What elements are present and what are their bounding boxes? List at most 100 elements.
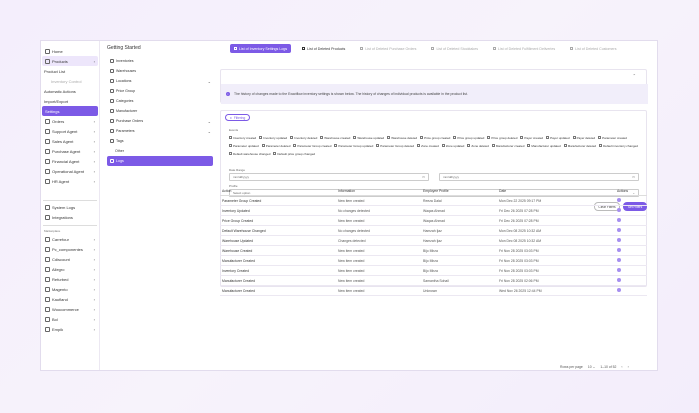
column-header-information[interactable]: Information xyxy=(338,189,423,193)
tab-deleted-fulfillment-deliveries[interactable]: List of Deleted Fulfillment Deliveries xyxy=(489,44,559,53)
sidebar-item-purchase-agent[interactable]: Purchase Agent › xyxy=(42,146,98,156)
sidebar-item-automatic-actions[interactable]: Automatic Actions xyxy=(41,86,99,96)
sidebar-item-allegro[interactable]: Allegro › xyxy=(42,264,98,274)
tab-deleted-stocktakes[interactable]: List of Deleted Stocktakes xyxy=(427,44,482,53)
event-checkbox[interactable]: Parameter updated xyxy=(229,143,259,148)
event-checkbox[interactable]: Manufacturer deleted xyxy=(563,143,596,148)
view-details-icon[interactable] xyxy=(617,198,621,202)
menu-item-locations[interactable]: Locations ⌄ xyxy=(107,76,213,86)
rows-per-page-select[interactable]: 10 ⌄ xyxy=(588,365,596,369)
event-checkbox[interactable]: Parameter created xyxy=(598,135,627,140)
table-cell: Mon Dec 08 2025 10:32 AM xyxy=(499,228,542,233)
sidebar-item-kaufland[interactable]: Kaufland › xyxy=(42,294,98,304)
tab-deleted-purchase-orders[interactable]: List of Deleted Purchase Orders xyxy=(356,44,420,53)
sidebar-sub-inventory-control[interactable]: Inventory Control xyxy=(41,76,99,86)
sidebar-item-empik[interactable]: Empik › xyxy=(42,324,98,334)
view-details-icon[interactable] xyxy=(617,208,621,212)
tag-icon xyxy=(110,139,114,143)
sidebar-item-cdiscount[interactable]: Cdiscount › xyxy=(42,254,98,264)
column-header-date[interactable]: Date xyxy=(499,189,617,193)
sidebar-item-products[interactable]: Products › xyxy=(42,56,98,66)
view-details-icon[interactable] xyxy=(617,228,621,232)
tab-inventory-settings-logs[interactable]: List of Inventory Settings Logs xyxy=(230,44,292,53)
sidebar-item-hr-agent[interactable]: HR Agent › xyxy=(42,176,98,186)
sidebar-item-home[interactable]: Home xyxy=(42,46,98,56)
event-checkbox[interactable]: Parameter deleted xyxy=(261,143,290,148)
event-checkbox[interactable]: Zone created xyxy=(417,143,439,148)
row-actions xyxy=(617,208,643,213)
next-page-button[interactable]: › xyxy=(628,365,629,369)
event-checkbox[interactable]: Warehouse deleted xyxy=(387,135,417,140)
event-checkbox[interactable]: Warehouse created xyxy=(320,135,350,140)
menu-item-inventories[interactable]: Inventories xyxy=(107,56,213,66)
view-details-icon[interactable] xyxy=(617,238,621,242)
sidebar-item-bol[interactable]: Bol › xyxy=(42,314,98,324)
menu-item-other[interactable]: Other xyxy=(107,146,213,156)
sidebar-item-carrefour[interactable]: Carrefour › xyxy=(42,234,98,244)
view-details-icon[interactable] xyxy=(617,268,621,272)
prev-page-button[interactable]: ‹ xyxy=(621,365,622,369)
sidebar-item-pc-componentes[interactable]: Pc_componentes › xyxy=(42,244,98,254)
sidebar-sub-product-list[interactable]: Product List xyxy=(41,66,99,76)
menu-item-purchase-orders[interactable]: Purchase Orders ⌄ xyxy=(107,116,213,126)
event-checkbox[interactable]: Default price group changed xyxy=(273,151,315,156)
sidebar-item-operational-agent[interactable]: Operational Agent › xyxy=(42,166,98,176)
sidebar-item-financial-agent[interactable]: Financial Agent › xyxy=(42,156,98,166)
event-checkbox[interactable]: Manufacturer updated xyxy=(527,143,561,148)
column-header-action[interactable]: Action xyxy=(220,189,338,193)
view-details-icon[interactable] xyxy=(617,288,621,292)
menu-item-price-group[interactable]: Price Group xyxy=(107,86,213,96)
event-checkbox[interactable]: Default warehouse changed xyxy=(229,151,270,156)
chevron-right-icon: › xyxy=(93,286,95,292)
event-checkbox[interactable]: Inventory updated xyxy=(259,135,287,140)
event-checkbox[interactable]: Price group created xyxy=(420,135,450,140)
event-checkbox[interactable]: Zone deleted xyxy=(467,143,489,148)
view-details-icon[interactable] xyxy=(617,218,621,222)
sidebar-item-woocommerce[interactable]: Woocommerce › xyxy=(42,304,98,314)
menu-item-tags[interactable]: Tags xyxy=(107,136,213,146)
menu-item-manufacturer[interactable]: Manufacturer xyxy=(107,106,213,116)
event-checkbox[interactable]: Payer deleted xyxy=(572,135,595,140)
event-checkbox[interactable]: Payer created xyxy=(520,135,543,140)
sidebar-item-system-logs[interactable]: System Logs xyxy=(42,203,98,213)
sidebar-item-import-export[interactable]: Import/Export xyxy=(41,96,99,106)
event-checkbox[interactable]: Default inventory changed xyxy=(599,143,638,148)
sidebar-item-settings[interactable]: Settings xyxy=(42,106,98,116)
menu-item-parameters[interactable]: Parameters ⌄ xyxy=(107,126,213,136)
sidebar-item-magento[interactable]: Magento › xyxy=(42,284,98,294)
sidebar-item-refurbed[interactable]: Refurbed › xyxy=(42,274,98,284)
event-checkbox[interactable]: Parameter Group created xyxy=(293,143,331,148)
event-checkbox[interactable]: Inventory created xyxy=(229,135,256,140)
event-checkbox[interactable]: Zone updated xyxy=(441,143,464,148)
sidebar-item-integrations[interactable]: Integrations xyxy=(42,213,98,223)
support-icon xyxy=(45,128,50,134)
event-checkbox[interactable]: Parameter Group updated xyxy=(334,143,373,148)
finance-icon xyxy=(45,158,50,164)
menu-item-warehouses[interactable]: Warehouses xyxy=(107,66,213,76)
table-cell: Fri Nov 28 2025 03:03 PM xyxy=(499,248,539,253)
event-checkbox[interactable]: Payer updated xyxy=(546,135,570,140)
date-to-input[interactable]: mm/dd/yyyy ▭ xyxy=(439,173,639,181)
event-checkbox[interactable]: Warehouse updated xyxy=(353,135,384,140)
event-checkbox[interactable]: Price group deleted xyxy=(487,135,517,140)
tab-deleted-customers[interactable]: List of Deleted Customers xyxy=(566,44,620,53)
column-header-employee-profile[interactable]: Employee Profile xyxy=(423,189,499,193)
tab-deleted-products[interactable]: List of Deleted Products xyxy=(298,44,349,53)
sidebar-item-support-agent[interactable]: Support Agent › xyxy=(42,126,98,136)
view-details-icon[interactable] xyxy=(617,248,621,252)
menu-item-categories[interactable]: Categories xyxy=(107,96,213,106)
menu-item-logs[interactable]: Logs xyxy=(107,156,213,166)
sidebar-item-orders[interactable]: Orders › xyxy=(42,116,98,126)
view-details-icon[interactable] xyxy=(617,278,621,282)
event-checkbox[interactable]: Price group updated xyxy=(453,135,484,140)
sidebar-item-sales-agent[interactable]: Sales Agent › xyxy=(42,136,98,146)
row-actions xyxy=(617,228,643,233)
collapse-icon[interactable]: ⌃ xyxy=(633,73,636,78)
event-checkbox[interactable]: Parameter Group deleted xyxy=(376,143,414,148)
date-from-input[interactable]: mm/dd/yyyy ▭ xyxy=(229,173,429,181)
event-checkbox[interactable]: Inventory deleted xyxy=(290,135,317,140)
event-checkbox[interactable]: Manufacturer created xyxy=(491,143,524,148)
checkbox-icon xyxy=(387,136,391,139)
filtering-toggle-button[interactable]: ≡ Filtering xyxy=(225,114,251,121)
view-details-icon[interactable] xyxy=(617,258,621,262)
